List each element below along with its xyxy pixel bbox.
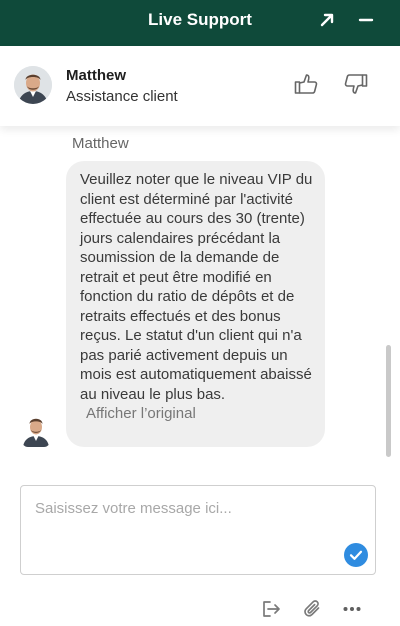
scrollbar[interactable]: [386, 345, 391, 457]
chat-title: Live Support: [148, 10, 252, 29]
message-composer: [20, 485, 376, 575]
more-icon[interactable]: [341, 598, 363, 620]
exit-icon[interactable]: [260, 598, 282, 620]
send-check-icon[interactable]: [344, 543, 368, 567]
paperclip-icon[interactable]: [302, 598, 324, 620]
message-sender: Matthew: [72, 135, 129, 152]
agent-name: Matthew: [66, 67, 126, 84]
agent-role: Assistance client: [66, 88, 178, 105]
agent-bar: Matthew Assistance client: [0, 46, 400, 126]
thumbs-down-icon[interactable]: [342, 70, 370, 98]
message-text: Veuillez noter que le niveau VIP du clie…: [80, 171, 313, 403]
message-bubble: Veuillez noter que le niveau VIP du clie…: [66, 161, 325, 447]
show-original-link[interactable]: Afficher l’original: [86, 404, 315, 423]
minimize-icon[interactable]: [354, 8, 378, 32]
chat-header: Live Support: [0, 0, 400, 46]
avatar: [22, 413, 50, 447]
message-input[interactable]: [21, 486, 375, 574]
message-list[interactable]: Matthew Veuillez noter que le niveau VIP…: [0, 126, 400, 460]
avatar: [14, 66, 52, 104]
arrow-up-right-icon[interactable]: [315, 8, 339, 32]
thumbs-up-icon[interactable]: [292, 70, 320, 98]
